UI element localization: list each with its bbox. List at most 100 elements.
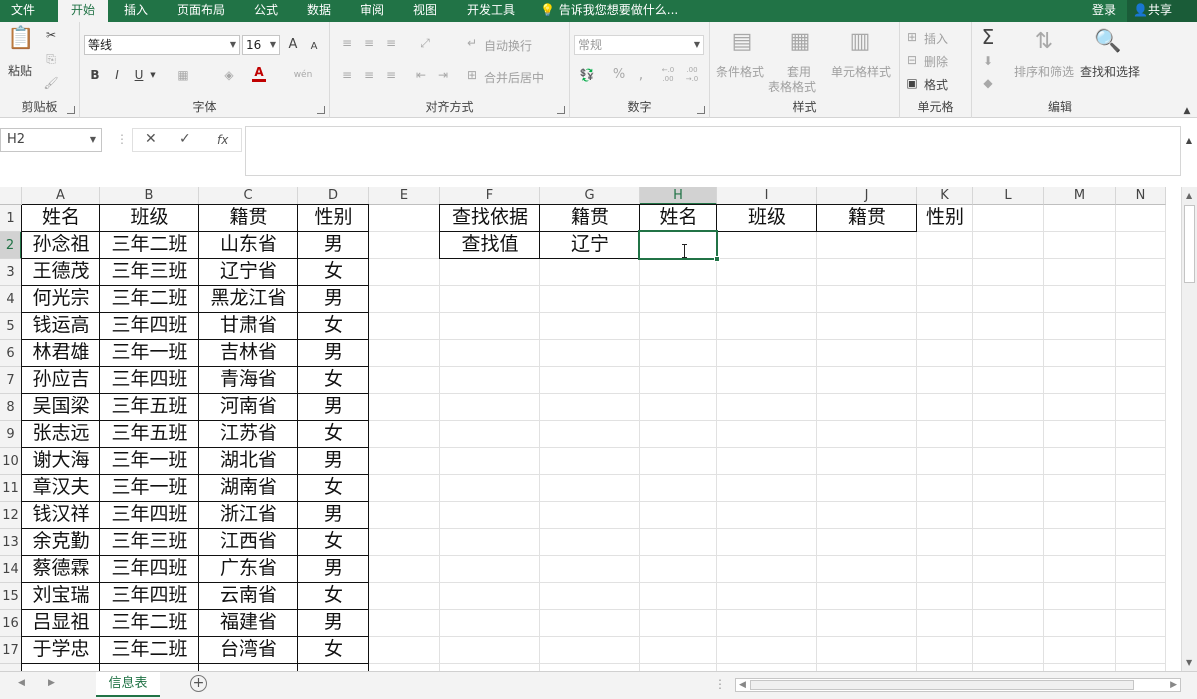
alignment-launcher[interactable] (557, 106, 565, 114)
cell-a5[interactable]: 钱运高 (22, 313, 100, 340)
orientation-icon[interactable]: ⤢ (414, 34, 436, 52)
cell-j1[interactable]: 籍贯 (817, 205, 917, 232)
cell-b2[interactable]: 三年二班 (100, 232, 199, 259)
cell-b13[interactable]: 三年三班 (100, 529, 199, 556)
row-header[interactable]: 15 (0, 583, 22, 610)
cell-c11[interactable]: 湖南省 (199, 475, 298, 502)
cell-c8[interactable]: 河南省 (199, 394, 298, 421)
cell-c12[interactable]: 浙江省 (199, 502, 298, 529)
cell-c10[interactable]: 湖北省 (199, 448, 298, 475)
cell-j2[interactable] (817, 232, 917, 259)
tab-view[interactable]: 视图 (403, 0, 447, 22)
selected-cell-h2[interactable] (638, 230, 720, 262)
column-header[interactable]: K (917, 187, 973, 205)
fill-color-icon[interactable]: ◈ (220, 66, 238, 84)
cell-c13[interactable]: 江西省 (199, 529, 298, 556)
cell-c2[interactable]: 山东省 (199, 232, 298, 259)
cell-b17[interactable]: 三年二班 (100, 637, 199, 664)
row-header[interactable]: 10 (0, 448, 22, 475)
format-cells-icon[interactable]: ▣ (904, 74, 920, 92)
cell-b14[interactable]: 三年四班 (100, 556, 199, 583)
cell-a7[interactable]: 孙应吉 (22, 367, 100, 394)
name-box[interactable]: H2 ▼ (0, 128, 102, 152)
row-header[interactable]: 3 (0, 259, 22, 286)
scroll-left-icon[interactable]: ◀ (739, 680, 746, 690)
row-header[interactable]: 1 (0, 205, 22, 232)
cell-a15[interactable]: 刘宝瑞 (22, 583, 100, 610)
align-top-icon[interactable]: ≡ (338, 34, 356, 52)
sort-filter-icon[interactable]: ⇅ (1030, 28, 1058, 56)
prev-sheet-icon[interactable]: ◀ (18, 678, 25, 688)
cell-b10[interactable]: 三年一班 (100, 448, 199, 475)
fill-icon[interactable]: ⬇ (980, 52, 996, 70)
cell-d16[interactable]: 男 (298, 610, 369, 637)
wrap-text-icon[interactable]: ↵ (464, 34, 480, 52)
row-header[interactable]: 17 (0, 637, 22, 664)
column-header[interactable]: C (199, 187, 298, 205)
cell-b16[interactable]: 三年二班 (100, 610, 199, 637)
cell-b6[interactable]: 三年一班 (100, 340, 199, 367)
border-icon[interactable]: ▦ (174, 66, 192, 84)
copy-icon[interactable]: ⎘ (42, 50, 60, 68)
underline-button[interactable]: U (132, 66, 146, 84)
align-left-icon[interactable]: ≡ (338, 66, 356, 84)
find-select-icon[interactable]: 🔍 (1094, 28, 1122, 56)
horizontal-scroll-thumb[interactable] (750, 680, 1134, 690)
clipboard-launcher[interactable] (67, 106, 75, 114)
align-middle-icon[interactable]: ≡ (360, 34, 378, 52)
conditional-format-button[interactable]: 条件格式 (716, 63, 764, 80)
expand-formula-icon[interactable]: ▲ (1183, 132, 1195, 150)
font-size-combo[interactable]: 16 ▼ (242, 35, 280, 55)
cell-c17[interactable]: 台湾省 (199, 637, 298, 664)
increase-indent-icon[interactable]: ⇥ (434, 66, 452, 84)
cell-c16[interactable]: 福建省 (199, 610, 298, 637)
cell-g1[interactable]: 籍贯 (540, 205, 640, 232)
column-header[interactable]: B (100, 187, 199, 205)
cell-d3[interactable]: 女 (298, 259, 369, 286)
enter-icon[interactable]: ✓ (179, 131, 191, 147)
autosum-button[interactable]: Σ (978, 24, 998, 50)
cut-icon[interactable]: ✂ (42, 26, 60, 44)
insert-cells-icon[interactable]: ⊞ (904, 28, 920, 46)
add-sheet-button[interactable]: + (190, 675, 207, 692)
italic-button[interactable]: I (110, 66, 124, 84)
cell-h1[interactable]: 姓名 (640, 205, 717, 232)
row-header[interactable]: 4 (0, 286, 22, 313)
align-bottom-icon[interactable]: ≡ (382, 34, 400, 52)
comma-button[interactable]: , (634, 66, 648, 84)
cancel-icon[interactable]: ✕ (145, 131, 157, 147)
format-painter-icon[interactable]: 🖌 (42, 74, 60, 92)
grow-font-icon[interactable]: A (286, 36, 300, 54)
column-header[interactable]: N (1116, 187, 1166, 205)
merge-center-button[interactable]: 合并后居中 (484, 69, 544, 86)
row-header[interactable]: 13 (0, 529, 22, 556)
cell-b15[interactable]: 三年四班 (100, 583, 199, 610)
font-name-combo[interactable]: 等线 ▼ (84, 35, 240, 55)
scroll-right-icon[interactable]: ▶ (1170, 680, 1177, 690)
cell-d14[interactable]: 男 (298, 556, 369, 583)
cell-i1[interactable]: 班级 (717, 205, 817, 232)
paste-label[interactable]: 粘贴 (8, 62, 32, 79)
cell-b12[interactable]: 三年四班 (100, 502, 199, 529)
conditional-format-icon[interactable]: ▤ (728, 28, 756, 56)
tab-formulas[interactable]: 公式 (244, 0, 288, 22)
cell-a10[interactable]: 谢大海 (22, 448, 100, 475)
cell-a13[interactable]: 余克勤 (22, 529, 100, 556)
cell-k2[interactable] (917, 232, 973, 259)
cell-b5[interactable]: 三年四班 (100, 313, 199, 340)
column-header[interactable]: F (440, 187, 540, 205)
insert-function-button[interactable]: fx (217, 133, 228, 147)
cell-c15[interactable]: 云南省 (199, 583, 298, 610)
cell-a14[interactable]: 蔡德霖 (22, 556, 100, 583)
cell-c14[interactable]: 广东省 (199, 556, 298, 583)
clear-icon[interactable]: ◆ (980, 74, 996, 92)
column-header[interactable]: I (717, 187, 817, 205)
cell-a17[interactable]: 于学忠 (22, 637, 100, 664)
cell-a3[interactable]: 王德茂 (22, 259, 100, 286)
cell-i2[interactable] (717, 232, 817, 259)
cell-d17[interactable]: 女 (298, 637, 369, 664)
decrease-indent-icon[interactable]: ⇤ (412, 66, 430, 84)
row-header[interactable]: 11 (0, 475, 22, 502)
column-header[interactable]: A (22, 187, 100, 205)
cell-f1[interactable]: 查找依据 (440, 205, 540, 232)
